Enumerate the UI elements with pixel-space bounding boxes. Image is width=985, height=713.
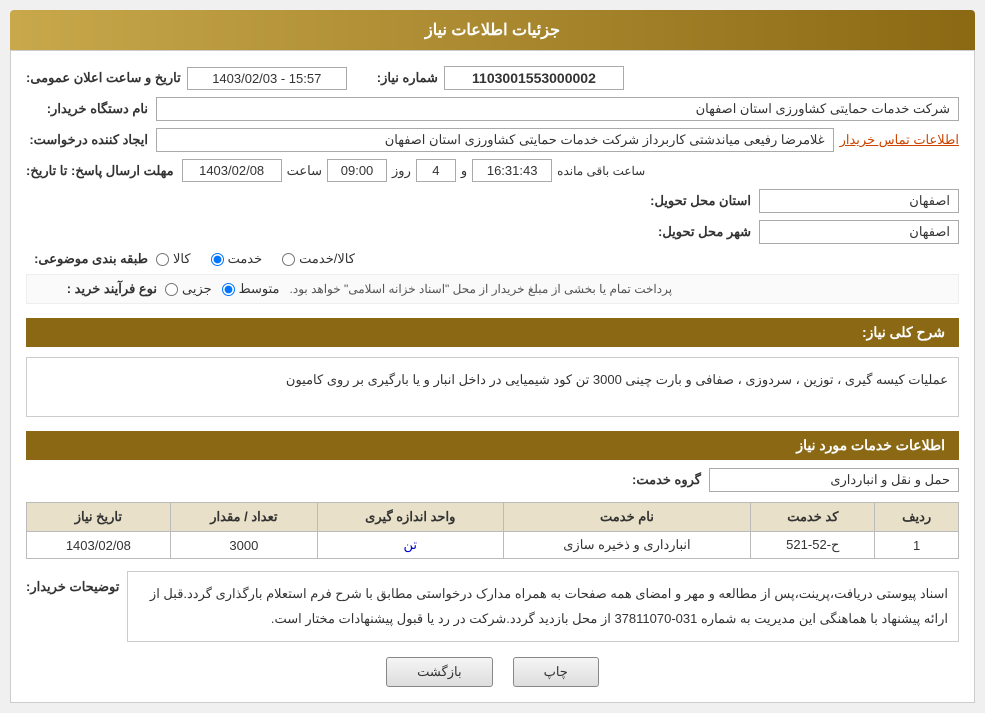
cell-tedad: 3000 xyxy=(170,532,317,559)
radio-motevaset[interactable]: متوسط xyxy=(222,281,280,297)
col-radif: ردیف xyxy=(875,503,959,532)
sharch-value: عملیات کیسه گیری ، توزین ، سردوزی ، صفاف… xyxy=(286,372,948,387)
cell-radif: 1 xyxy=(875,532,959,559)
table-row: 1ح-52-521انبارداری و ذخیره سازیتن3000140… xyxy=(27,532,959,559)
tawzih-box: اسناد پیوستی دریافت،پرینت،پس از مطالعه و… xyxy=(127,571,959,642)
tarikh-value: 1403/02/03 - 15:57 xyxy=(187,67,347,90)
col-tarikh: تاریخ نیاز xyxy=(27,503,171,532)
ijad-value: غلامرضا رفیعی میاندشتی کاربرداز شرکت خدم… xyxy=(156,128,834,152)
col-kod: کد خدمت xyxy=(751,503,875,532)
radio-khedmat[interactable]: خدمت xyxy=(211,251,263,267)
roz-label: روز xyxy=(392,163,411,179)
page-title: جزئیات اطلاعات نیاز xyxy=(425,22,560,39)
tawzih-label: توضیحات خریدار: xyxy=(26,579,119,594)
va-roz-label: و xyxy=(461,163,467,179)
page-header: جزئیات اطلاعات نیاز xyxy=(10,10,975,50)
radio-khedmat-label: خدمت xyxy=(228,251,263,267)
tawzih-value: اسناد پیوستی دریافت،پرینت،پس از مطالعه و… xyxy=(150,586,948,626)
shomare-niaz-value: 1103001553000002 xyxy=(444,66,624,90)
group-khedmat-label: گروه خدمت: xyxy=(609,472,709,488)
farayand-label: نوع فرآیند خرید : xyxy=(35,281,165,297)
radio-jozvi[interactable]: جزیی xyxy=(165,281,212,297)
name-dasgah-value: شرکت خدمات حمایتی کشاورزی استان اصفهان xyxy=(156,97,959,121)
radio-kala[interactable]: کالا xyxy=(156,251,191,267)
sharch-header: شرح کلی نیاز: xyxy=(26,318,959,347)
ijad-label: ایجاد کننده درخواست: xyxy=(26,132,156,148)
name-dasgah-label: نام دستگاه خریدار: xyxy=(26,101,156,117)
service-info-label: اطلاعات خدمات مورد نیاز xyxy=(796,437,945,453)
cell-tarikh: 1403/02/08 xyxy=(27,532,171,559)
sharch-box: عملیات کیسه گیری ، توزین ، سردوزی ، صفاف… xyxy=(26,357,959,417)
group-khedmat-value: حمل و نقل و انبارداری xyxy=(709,468,959,492)
cell-name: انبارداری و ذخیره سازی xyxy=(503,532,751,559)
cell-vahed: تن xyxy=(317,532,503,559)
mohlat-label: مهلت ارسال پاسخ: تا تاریخ: xyxy=(26,163,182,179)
radio-kala-label: کالا xyxy=(173,251,191,267)
ostan-value: اصفهان xyxy=(759,189,959,213)
ijad-link[interactable]: اطلاعات تماس خریدار xyxy=(840,132,959,148)
radio-kala-khedmat-label: کالا/خدمت xyxy=(299,251,355,267)
mohlat-roz: 4 xyxy=(416,159,456,182)
shahr-label: شهر محل تحویل: xyxy=(629,224,759,240)
service-info-header: اطلاعات خدمات مورد نیاز xyxy=(26,431,959,460)
mohlat-saaat-mande: 16:31:43 xyxy=(472,159,552,182)
print-button[interactable]: چاپ xyxy=(513,657,599,687)
shahr-value: اصفهان xyxy=(759,220,959,244)
shomare-niaz-label: شماره نیاز: xyxy=(377,70,438,86)
sharch-label: شرح کلی نیاز: xyxy=(862,324,945,340)
tabaqe-label: طبقه بندی موضوعی: xyxy=(26,251,156,267)
saaat-label: ساعت xyxy=(287,163,322,179)
farayand-note: پرداخت تمام یا بخشی از مبلغ خریدار از مح… xyxy=(290,282,673,296)
cell-kod: ح-52-521 xyxy=(751,532,875,559)
saaat-mande-label: ساعت باقی مانده xyxy=(557,164,645,178)
col-tedad: تعداد / مقدار xyxy=(170,503,317,532)
radio-motevaset-label: متوسط xyxy=(239,281,280,297)
col-name: نام خدمت xyxy=(503,503,751,532)
mohlat-saaat: 09:00 xyxy=(327,159,387,182)
ostan-label: استان محل تحویل: xyxy=(629,193,759,209)
button-row: چاپ بازگشت xyxy=(26,657,959,687)
radio-jozvi-label: جزیی xyxy=(182,281,212,297)
col-vahed: واحد اندازه گیری xyxy=(317,503,503,532)
tarikh-label: تاریخ و ساعت اعلان عمومی: xyxy=(26,70,181,86)
services-table: ردیف کد خدمت نام خدمت واحد اندازه گیری ت… xyxy=(26,502,959,559)
mohlat-date: 1403/02/08 xyxy=(182,159,282,182)
back-button[interactable]: بازگشت xyxy=(386,657,492,687)
radio-kala-khedmat[interactable]: کالا/خدمت xyxy=(282,251,355,267)
